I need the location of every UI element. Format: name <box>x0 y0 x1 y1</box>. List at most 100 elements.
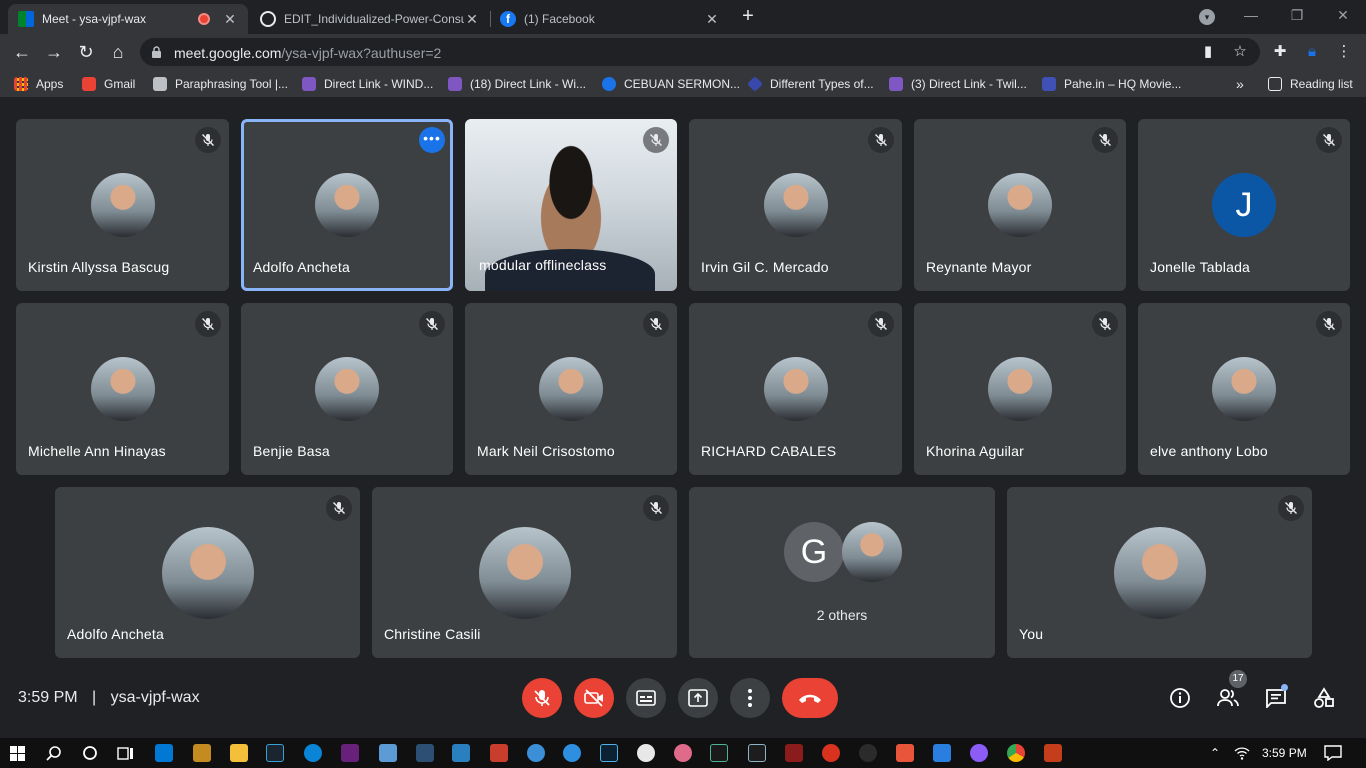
wordpress-icon <box>602 77 616 91</box>
close-tab-icon[interactable]: ✕ <box>464 11 480 28</box>
activities-button[interactable] <box>1312 686 1336 710</box>
participant-name: You <box>1019 626 1044 642</box>
reading-list-icon <box>1268 77 1282 91</box>
taskbar-app-icon[interactable] <box>637 744 655 762</box>
more-bookmarks-icon[interactable]: » <box>1236 76 1244 92</box>
url-text: meet.google.com/ysa-vjpf-wax?authuser=2 <box>174 45 441 61</box>
home-icon[interactable]: ⌂ <box>106 40 130 64</box>
taskbar-app-icon[interactable] <box>785 744 803 762</box>
menu-icon[interactable]: ⋮ <box>1334 42 1354 62</box>
taskbar-app-icon[interactable] <box>674 744 692 762</box>
back-icon[interactable]: ← <box>10 40 34 64</box>
present-screen-button[interactable] <box>678 678 718 718</box>
bookmark-star-icon[interactable]: ☆ <box>1230 42 1250 62</box>
taskbar-app-icon[interactable] <box>490 744 508 762</box>
participant-tile[interactable]: J Jonelle Tablada <box>1138 119 1350 291</box>
participant-tile[interactable]: You <box>1007 487 1312 658</box>
participant-tile[interactable]: Irvin Gil C. Mercado <box>689 119 902 291</box>
people-icon <box>1217 689 1239 707</box>
tab-search-icon[interactable]: ▾ <box>1199 9 1215 25</box>
bookmark-cebuan-sermon[interactable]: CEBUAN SERMON... <box>602 76 740 92</box>
leave-call-button[interactable] <box>782 678 838 718</box>
reload-icon[interactable]: ↻ <box>74 40 98 64</box>
mic-off-icon <box>534 690 550 706</box>
task-view-icon[interactable] <box>117 745 135 761</box>
participant-tile[interactable]: modular offlineclass <box>465 119 677 291</box>
bookmark-direct-link-wind[interactable]: Direct Link - WIND... <box>302 76 433 92</box>
taskbar-app-icon[interactable] <box>193 744 211 762</box>
taskbar-app-icon[interactable] <box>379 744 397 762</box>
participant-tile[interactable]: Kirstin Allyssa Bascug <box>16 119 229 291</box>
participant-tile[interactable]: Khorina Aguilar <box>914 303 1126 475</box>
people-button[interactable] <box>1216 686 1240 710</box>
taskbar-app-icon[interactable] <box>527 744 545 762</box>
reading-list-button[interactable]: Reading list <box>1268 76 1353 92</box>
meeting-details-button[interactable] <box>1168 686 1192 710</box>
address-bar[interactable]: meet.google.com/ysa-vjpf-wax?authuser=2 … <box>140 38 1260 66</box>
microphone-toggle-button[interactable] <box>522 678 562 718</box>
close-tab-icon[interactable]: ✕ <box>222 11 238 28</box>
powerpoint-icon[interactable] <box>1044 744 1062 762</box>
taskbar-app-icon[interactable] <box>710 744 728 762</box>
taskbar-app-icon[interactable] <box>155 744 173 762</box>
participant-tile[interactable]: Adolfo Ancheta <box>55 487 360 658</box>
visual-studio-icon[interactable] <box>341 744 359 762</box>
participant-tile[interactable]: RICHARD CABALES <box>689 303 902 475</box>
messenger-icon[interactable] <box>970 744 988 762</box>
participant-tile[interactable]: elve anthony Lobo <box>1138 303 1350 475</box>
captions-button[interactable] <box>626 678 666 718</box>
minimize-icon[interactable]: — <box>1242 6 1260 24</box>
bookmark-direct-link-wi[interactable]: (18) Direct Link - Wi... <box>448 76 586 92</box>
edge-icon[interactable] <box>304 744 322 762</box>
tab-edit-document[interactable]: EDIT_Individualized-Power-Consu ✕ <box>250 4 490 34</box>
close-tab-icon[interactable]: ✕ <box>704 11 720 28</box>
participant-tile[interactable]: Mark Neil Crisostomo <box>465 303 677 475</box>
shield-icon <box>448 77 462 91</box>
tab-facebook[interactable]: f (1) Facebook ✕ <box>490 4 730 34</box>
more-options-icon[interactable]: ••• <box>419 127 445 153</box>
bookmark-direct-link-twil[interactable]: (3) Direct Link - Twil... <box>889 76 1027 92</box>
tab-meet[interactable]: Meet - ysa-vjpf-wax ✕ <box>8 4 248 34</box>
participant-tile[interactable]: Reynante Mayor <box>914 119 1126 291</box>
participant-tile[interactable]: Benjie Basa <box>241 303 453 475</box>
lightroom-icon[interactable] <box>600 744 618 762</box>
participant-tile[interactable]: G 2 others <box>689 487 995 658</box>
bookmark-different-types[interactable]: Different Types of... <box>747 76 874 92</box>
close-window-icon[interactable]: ✕ <box>1334 6 1352 24</box>
bookmark-apps[interactable]: Apps <box>14 76 63 92</box>
tray-overflow-icon[interactable]: ⌃ <box>1210 746 1220 760</box>
participant-tile[interactable]: Christine Casili <box>372 487 677 658</box>
participant-tile[interactable]: Adolfo Ancheta ••• <box>241 119 453 291</box>
participant-tile[interactable]: Michelle Ann Hinayas <box>16 303 229 475</box>
search-icon[interactable] <box>46 745 62 761</box>
notifications-icon[interactable] <box>1324 745 1342 761</box>
forward-icon[interactable]: → <box>42 40 66 64</box>
bookmark-paraphrasing-tool[interactable]: Paraphrasing Tool |... <box>153 76 288 92</box>
taskbar-app-icon[interactable] <box>452 744 470 762</box>
taskbar-app-icon[interactable] <box>859 744 877 762</box>
participant-avatar <box>162 527 254 619</box>
taskbar-app-icon[interactable] <box>896 744 914 762</box>
todo-icon[interactable] <box>933 744 951 762</box>
participant-name: Jonelle Tablada <box>1150 259 1251 275</box>
taskbar-app-icon[interactable] <box>822 744 840 762</box>
bookmark-pahe[interactable]: Pahe.in – HQ Movie... <box>1042 76 1181 92</box>
taskbar-app-icon[interactable] <box>266 744 284 762</box>
bookmark-gmail[interactable]: Gmail <box>82 76 135 92</box>
camera-toggle-button[interactable] <box>574 678 614 718</box>
windows-start-icon[interactable] <box>10 746 25 761</box>
new-tab-button[interactable]: + <box>738 6 758 26</box>
chrome-icon[interactable] <box>1007 744 1025 762</box>
file-explorer-icon[interactable] <box>230 744 248 762</box>
wifi-icon[interactable] <box>1234 746 1250 760</box>
extensions-icon[interactable]: ✚ <box>1270 42 1290 62</box>
taskbar-app-icon[interactable] <box>563 744 581 762</box>
taskbar-app-icon[interactable] <box>748 744 766 762</box>
taskbar-app-icon[interactable] <box>416 744 434 762</box>
cortana-icon[interactable] <box>82 745 98 761</box>
restore-icon[interactable]: ❐ <box>1288 6 1306 24</box>
vpn-lock-icon[interactable]: 🔒︎ <box>1302 42 1322 62</box>
camera-permission-icon[interactable]: ▮ <box>1198 42 1218 62</box>
gmail-icon <box>82 77 96 91</box>
more-options-button[interactable] <box>730 678 770 718</box>
